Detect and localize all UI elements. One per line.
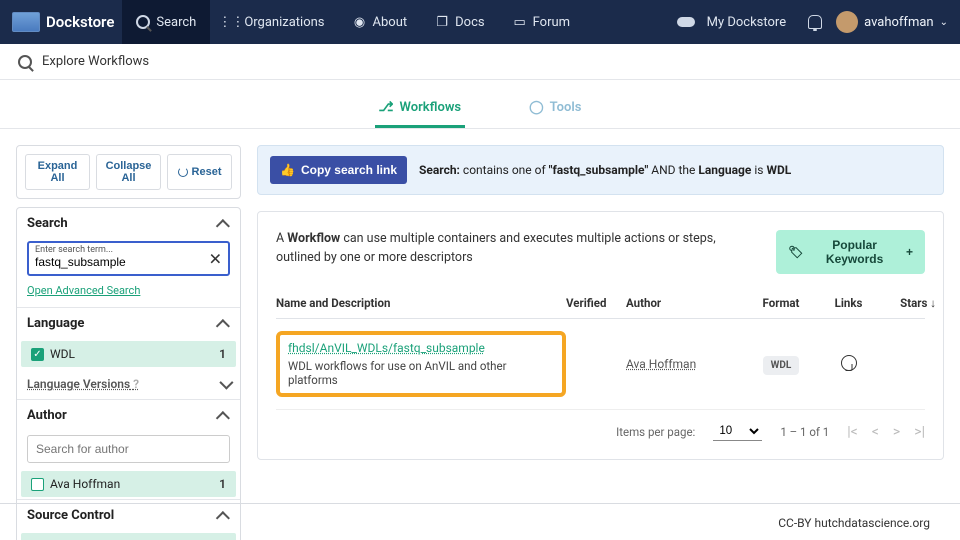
expand-all-button[interactable]: Expand All: [25, 154, 90, 190]
col-format[interactable]: Format: [746, 296, 816, 310]
avatar: [836, 11, 858, 33]
attribution-text: CC-BY hutchdatascience.org: [778, 516, 930, 530]
author-search-input[interactable]: [27, 435, 230, 463]
github-icon[interactable]: [841, 355, 857, 371]
brand-logo[interactable]: Dockstore: [12, 12, 114, 32]
table-header: Name and Description Verified Author For…: [276, 296, 925, 319]
page-last-icon[interactable]: >|: [914, 424, 925, 440]
search-input[interactable]: [35, 255, 194, 269]
format-badge: WDL: [763, 356, 800, 375]
nav-search[interactable]: Search: [122, 0, 210, 44]
search-icon: [136, 15, 150, 29]
col-stars[interactable]: Stars ↓: [881, 296, 936, 310]
user-menu[interactable]: avahoffman ⌄: [836, 11, 948, 33]
refresh-icon: [178, 167, 188, 177]
result-description: WDL workflows for use on AnVIL and other…: [288, 359, 554, 387]
chevron-down-icon: ⌄: [940, 17, 948, 28]
sort-down-icon: ↓: [930, 296, 936, 310]
brand-name: Dockstore: [46, 13, 114, 31]
notifications-icon[interactable]: [808, 15, 822, 29]
col-links[interactable]: Links: [816, 296, 881, 310]
results-table: Name and Description Verified Author For…: [276, 296, 925, 441]
clear-search-icon[interactable]: ✕: [209, 249, 222, 268]
top-nav: Dockstore Search ⋮⋮Organizations ◉About …: [0, 0, 960, 44]
pagination: Items per page: 10 1 – 1 of 1 |< < > >|: [276, 409, 925, 441]
page-next-icon[interactable]: >: [893, 424, 900, 440]
search-summary-text: Search: contains one of "fastq_subsample…: [419, 163, 791, 177]
workflow-intro: A Workflow can use multiple containers a…: [276, 230, 756, 268]
facet-source-github[interactable]: GitHub 1: [21, 533, 236, 540]
facet-panel: Search Enter search term... ✕ Open Advan…: [16, 207, 241, 540]
facet-author-ava[interactable]: Ava Hoffman 1: [21, 471, 236, 497]
page-body: Expand All Collapse All Reset Search Ent…: [0, 129, 960, 540]
items-per-page-select[interactable]: 10: [713, 422, 762, 441]
tool-icon: ◯: [529, 100, 544, 115]
search-label: Enter search term...: [35, 245, 222, 255]
chevron-down-icon: [219, 376, 233, 390]
content-tabs: ⎇Workflows ◯Tools: [0, 80, 960, 129]
items-per-page-label: Items per page:: [616, 425, 695, 439]
sidebar-actions: Expand All Collapse All Reset: [16, 145, 241, 199]
page-context: Explore Workflows: [42, 54, 149, 69]
page-range: 1 – 1 of 1: [780, 425, 829, 439]
facet-author-head[interactable]: Author: [17, 399, 240, 431]
nav-organizations[interactable]: ⋮⋮Organizations: [210, 0, 338, 44]
filter-sidebar: Expand All Collapse All Reset Search Ent…: [16, 145, 241, 540]
advanced-search-link[interactable]: Open Advanced Search: [17, 284, 240, 307]
plus-icon: +: [906, 245, 913, 259]
username: avahoffman: [864, 15, 934, 30]
tab-tools[interactable]: ◯Tools: [525, 92, 585, 128]
nav-my-dockstore[interactable]: My Dockstore: [669, 0, 795, 44]
col-name[interactable]: Name and Description: [276, 296, 566, 310]
facet-language-wdl[interactable]: ✓WDL 1: [21, 341, 236, 367]
about-icon: ◉: [353, 15, 367, 29]
facet-language-versions[interactable]: Language Versions ?: [17, 369, 240, 399]
chevron-up-icon: [216, 511, 230, 525]
container-icon: [12, 12, 40, 32]
breadcrumb-bar: Explore Workflows: [0, 44, 960, 80]
search-field-wrap: Enter search term... ✕: [27, 241, 230, 276]
thumbs-up-icon: 👍: [280, 163, 295, 177]
help-icon: ?: [133, 377, 139, 391]
main-content: 👍Copy search link Search: contains one o…: [257, 145, 944, 540]
col-author[interactable]: Author: [626, 296, 746, 310]
nav-forum[interactable]: ▭Forum: [499, 0, 584, 44]
result-name-link[interactable]: fhdsl/AnVIL_WDLs/fastq_subsample: [288, 341, 485, 355]
search-icon: [18, 55, 32, 69]
workflow-icon: ⎇: [379, 100, 394, 115]
docs-icon: ❐: [435, 15, 449, 29]
page-first-icon[interactable]: |<: [847, 424, 858, 440]
result-author-link[interactable]: Ava Hoffman: [626, 357, 696, 371]
checkbox-checked-icon: ✓: [31, 348, 44, 361]
collapse-all-button[interactable]: Collapse All: [96, 154, 161, 190]
primary-nav: Search ⋮⋮Organizations ◉About ❐Docs ▭For…: [122, 0, 584, 44]
user-nav: My Dockstore avahoffman ⌄: [669, 0, 948, 44]
tab-workflows[interactable]: ⎇Workflows: [375, 92, 466, 128]
facet-search-head[interactable]: Search: [17, 208, 240, 239]
copy-search-link-button[interactable]: 👍Copy search link: [270, 156, 407, 184]
chevron-up-icon: [216, 219, 230, 233]
table-row: fhdsl/AnVIL_WDLs/fastq_subsample WDL wor…: [276, 319, 925, 409]
facet-language-head[interactable]: Language: [17, 307, 240, 339]
tag-icon: 🏷: [788, 245, 803, 259]
organizations-icon: ⋮⋮: [224, 15, 238, 29]
nav-docs[interactable]: ❐Docs: [421, 0, 498, 44]
reset-button[interactable]: Reset: [167, 154, 232, 190]
nav-about[interactable]: ◉About: [339, 0, 422, 44]
chevron-up-icon: [216, 319, 230, 333]
cloud-icon: [677, 17, 695, 27]
page-prev-icon[interactable]: <: [872, 424, 879, 440]
results-card: A Workflow can use multiple containers a…: [257, 211, 944, 460]
popular-keywords-button[interactable]: 🏷Popular Keywords+: [776, 230, 925, 274]
search-summary-banner: 👍Copy search link Search: contains one o…: [257, 145, 944, 195]
highlighted-result: fhdsl/AnVIL_WDLs/fastq_subsample WDL wor…: [276, 331, 566, 397]
checkbox-icon: [31, 478, 44, 491]
chevron-up-icon: [216, 411, 230, 425]
forum-icon: ▭: [513, 15, 527, 29]
col-verified[interactable]: Verified: [566, 296, 626, 310]
